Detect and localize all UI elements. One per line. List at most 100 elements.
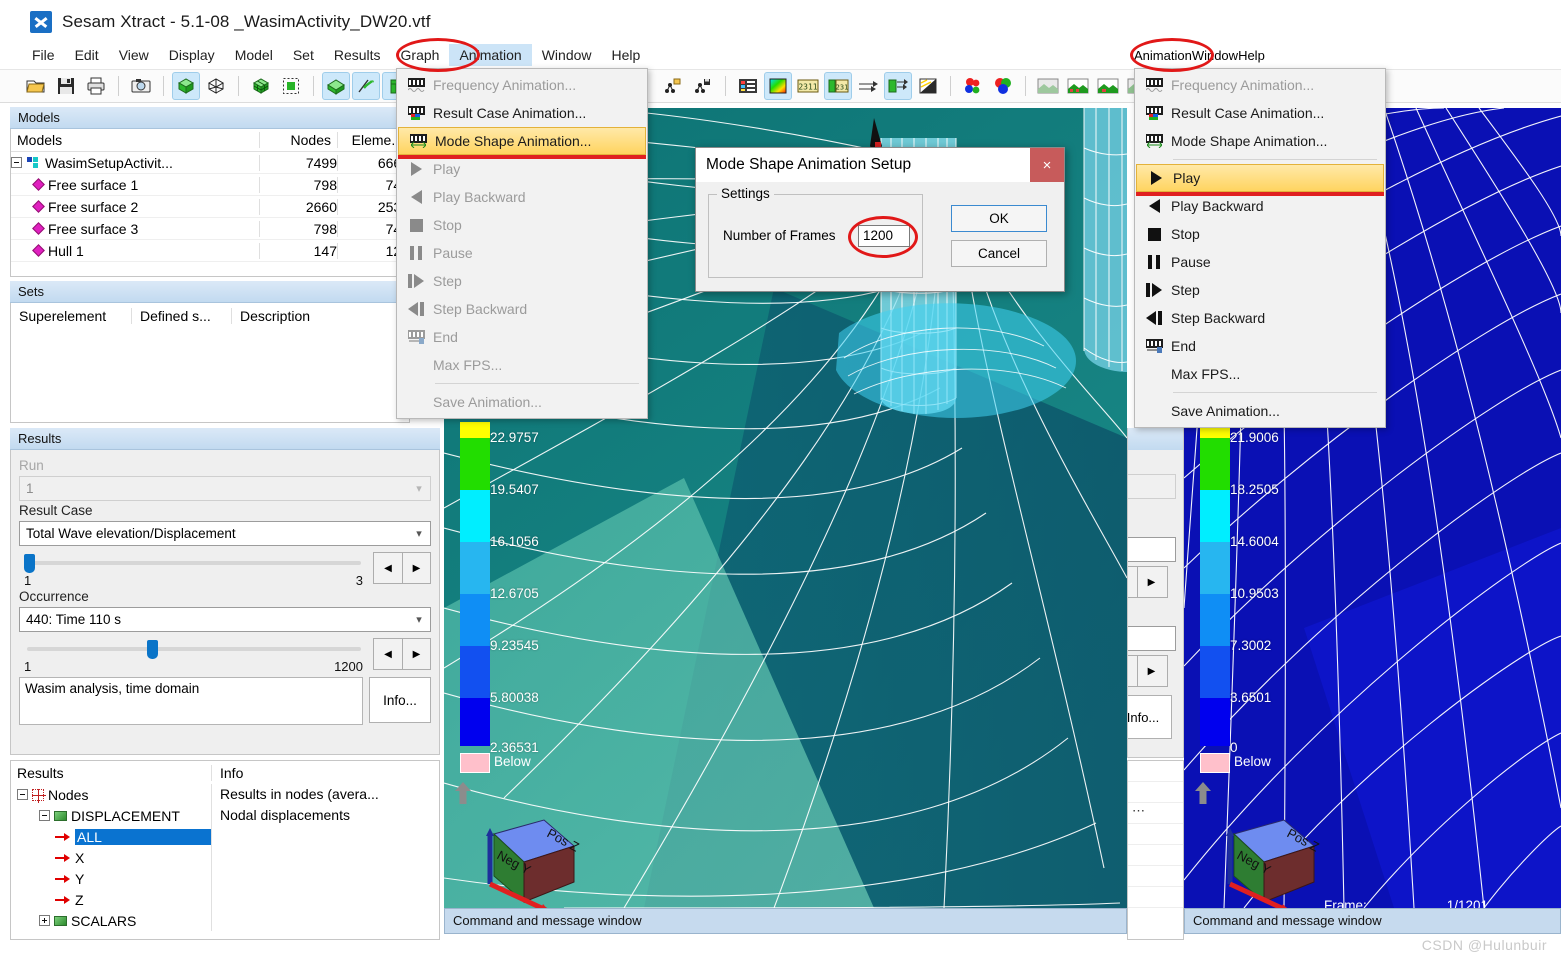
run-combo[interactable]: 1 ▾ <box>19 476 431 501</box>
image2-icon[interactable] <box>1064 72 1092 100</box>
shaded-cube-icon[interactable] <box>322 72 350 100</box>
save-icon[interactable] <box>52 72 80 100</box>
secondary-next-button-2[interactable]: ▶ <box>1137 656 1165 686</box>
animation-menu-right[interactable]: Frequency Animation... Result Case Anima… <box>1134 68 1386 428</box>
secondary-next-button[interactable]: ▶ <box>1137 567 1165 597</box>
results-tree-row[interactable]: X <box>11 847 439 868</box>
models-panel[interactable]: Models Nodes Eleme... WasimSetupActivit.… <box>10 129 410 277</box>
occurrence-next-button[interactable]: ▶ <box>402 639 430 669</box>
models-tree-row[interactable]: Hull 1 147 120 <box>11 240 409 262</box>
expander-icon[interactable] <box>17 789 28 800</box>
menu-item-result-case-animation[interactable]: Result Case Animation... <box>397 99 647 127</box>
models-tree-row[interactable]: WasimSetupActivit... 7499 6662 <box>11 152 409 174</box>
menu-item-max-fps[interactable]: Max FPS... <box>1135 360 1385 388</box>
mesh-cube-icon[interactable] <box>247 72 275 100</box>
menu-graph[interactable]: Graph <box>391 44 450 66</box>
menu-item-step[interactable]: Step <box>1135 276 1385 304</box>
menu-item-play[interactable]: Play <box>397 155 647 183</box>
menu-window[interactable]: Window <box>532 44 602 66</box>
models-tree-row[interactable]: Free surface 3 798 740 <box>11 218 409 240</box>
orientation-triad[interactable]: Pos Z Neg Y <box>454 806 594 908</box>
result-case-next-button[interactable]: ▶ <box>402 553 430 583</box>
secondary-results-panel[interactable]: ▾ ▾ ◀ ▶ ▾ ◀ ▶ Info... <box>1127 428 1184 758</box>
results-tree-row[interactable]: Y <box>11 868 439 889</box>
menu-item-stop[interactable]: Stop <box>1135 220 1385 248</box>
clip-plane-icon[interactable] <box>884 72 912 100</box>
slider-thumb[interactable] <box>24 554 35 573</box>
results-tree-row-selected[interactable]: ALL <box>11 826 439 847</box>
result-case-prev-button[interactable]: ◀ <box>374 553 402 583</box>
menu-help[interactable]: Help <box>602 44 651 66</box>
occurrence-stepper[interactable]: ◀ ▶ <box>373 638 431 670</box>
menu-item-pause[interactable]: Pause <box>1135 248 1385 276</box>
menu-item-mode-shape-animation[interactable]: Mode Shape Animation... <box>1135 127 1385 155</box>
image1-icon[interactable] <box>1034 72 1062 100</box>
results-tree-row[interactable]: Nodes Results in nodes (avera... <box>11 784 439 805</box>
menu-animation[interactable]: Animation <box>449 44 532 66</box>
secondary-prev-button[interactable]: ◀ <box>1128 567 1137 597</box>
cancel-button[interactable]: Cancel <box>951 240 1047 267</box>
results-tree-row[interactable]: DISPLACEMENT Nodal displacements <box>11 805 439 826</box>
menu-display[interactable]: Display <box>159 44 225 66</box>
wireframe-cube-icon[interactable] <box>202 72 230 100</box>
color-map-icon[interactable] <box>764 72 792 100</box>
rgb-circles-icon[interactable] <box>959 72 987 100</box>
results-panel[interactable]: Run 1 ▾ Result Case Total Wave elevation… <box>10 450 440 755</box>
menu-help-right[interactable]: Help <box>1238 48 1265 63</box>
menu-model[interactable]: Model <box>225 44 283 66</box>
menu-item-play-backward[interactable]: Play Backward <box>397 183 647 211</box>
menu-window-right[interactable]: Window <box>1192 48 1238 63</box>
menu-file[interactable]: File <box>22 44 65 66</box>
models-tree-row[interactable]: Free surface 1 798 740 <box>11 174 409 196</box>
print-icon[interactable] <box>82 72 110 100</box>
up-arrow-icon[interactable] <box>1192 780 1214 806</box>
info-button[interactable]: Info... <box>369 677 431 723</box>
sets-panel[interactable]: Superelement Defined s... Description <box>10 303 410 423</box>
bounding-box-icon[interactable] <box>277 72 305 100</box>
result-case-slider[interactable]: 1 3 <box>19 551 367 588</box>
up-arrow-icon[interactable] <box>452 780 474 806</box>
expander-icon[interactable] <box>39 915 50 926</box>
expander-icon[interactable] <box>11 157 22 168</box>
menu-view[interactable]: View <box>109 44 159 66</box>
mode-shape-animation-dialog[interactable]: Mode Shape Animation Setup × Settings Nu… <box>695 147 1065 292</box>
animation-menu-left[interactable]: Frequency Animation... Result Case Anima… <box>396 68 648 419</box>
menu-item-play[interactable]: Play <box>1136 164 1384 196</box>
rgb-overlap-icon[interactable] <box>989 72 1017 100</box>
graph-open-icon[interactable] <box>659 72 687 100</box>
menu-bar[interactable]: File Edit View Display Model Set Results… <box>0 42 1561 68</box>
camera-icon[interactable] <box>127 72 155 100</box>
menu-item-step[interactable]: Step <box>397 267 647 295</box>
ok-button[interactable]: OK <box>951 205 1047 232</box>
vector-icon[interactable] <box>854 72 882 100</box>
menu-item-end[interactable]: End <box>1135 332 1385 360</box>
menu-item-end[interactable]: End <box>397 323 647 351</box>
result-case-stepper[interactable]: ◀ ▶ <box>373 552 431 584</box>
deformed-icon[interactable] <box>352 72 380 100</box>
result-case-combo[interactable]: Total Wave elevation/Displacement ▾ <box>19 521 431 546</box>
occurrence-combo[interactable]: 440: Time 110 s ▾ <box>19 607 431 632</box>
menu-item-step-backward[interactable]: Step Backward <box>1135 304 1385 332</box>
number-of-frames-input[interactable]: 1200 <box>858 225 910 247</box>
menu-item-frequency-animation[interactable]: Frequency Animation... <box>397 71 647 99</box>
menu-bar-right[interactable]: Animation Window Help <box>1134 42 1265 68</box>
expander-icon[interactable] <box>39 810 50 821</box>
menu-item-frequency-animation[interactable]: Frequency Animation... <box>1135 71 1385 99</box>
menu-item-save-animation[interactable]: Save Animation... <box>1135 397 1385 425</box>
results-tree-row[interactable]: Z <box>11 889 439 910</box>
menu-item-save-animation[interactable]: Save Animation... <box>397 388 647 416</box>
occurrence-prev-button[interactable]: ◀ <box>374 639 402 669</box>
graph-save-icon[interactable] <box>689 72 717 100</box>
menu-animation-right[interactable]: Animation <box>1134 48 1192 63</box>
menu-item-mode-shape-animation[interactable]: Mode Shape Animation... <box>398 127 646 159</box>
secondary-prev-button-2[interactable]: ◀ <box>1128 656 1137 686</box>
solid-cube-icon[interactable] <box>172 72 200 100</box>
image3-icon[interactable] <box>1094 72 1122 100</box>
results-tree-row[interactable]: SCALARS <box>11 910 439 931</box>
menu-results[interactable]: Results <box>324 44 391 66</box>
secondary-results-tree-panel[interactable]: ⋯ <box>1127 760 1184 940</box>
command-window-right[interactable]: Command and message window <box>1184 908 1561 934</box>
slider-thumb[interactable] <box>147 640 158 659</box>
menu-item-pause[interactable]: Pause <box>397 239 647 267</box>
command-window-main[interactable]: Command and message window <box>444 908 1127 934</box>
